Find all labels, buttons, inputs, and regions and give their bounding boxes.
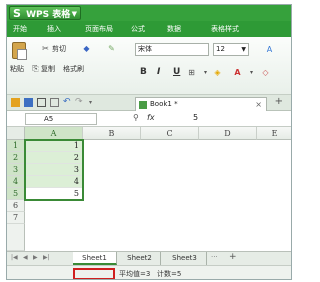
cell-a1[interactable]: 1 <box>25 140 83 152</box>
column-header-e[interactable]: E <box>257 127 291 140</box>
scissors-icon[interactable]: ✂ <box>41 44 50 53</box>
chevron-down-icon[interactable]: ▾ <box>247 68 256 77</box>
bold-button[interactable]: B <box>140 67 147 77</box>
column-header-b[interactable]: B <box>83 127 141 140</box>
sheet-tab-1[interactable]: Sheet1 <box>73 252 117 265</box>
row-header-6[interactable]: 6 <box>7 200 25 212</box>
last-sheet-icon[interactable]: ▶| <box>43 254 50 261</box>
more-sheets-button[interactable]: ··· <box>211 253 218 261</box>
copy-button[interactable]: 复制 <box>41 64 55 74</box>
tab-data[interactable]: 数据 <box>167 21 181 37</box>
title-bar: S WPS 表格 ▼ <box>7 5 291 21</box>
quick-access-bar: ↶ ↷ ▾ Book1 * × + <box>7 95 291 111</box>
row-header-7[interactable]: 7 <box>7 212 25 224</box>
cell-a4[interactable]: 4 <box>25 176 83 188</box>
tab-table-style[interactable]: 表格样式 <box>211 21 239 37</box>
formula-input[interactable]: 5 <box>193 113 198 122</box>
spreadsheet-grid[interactable]: A B C D E 1 2 3 4 5 6 7 1 2 3 4 5 <box>7 127 291 251</box>
chevron-down-icon: ▼ <box>241 46 246 53</box>
row-header-2[interactable]: 2 <box>7 152 25 164</box>
row-header-4[interactable]: 4 <box>7 176 25 188</box>
sheet-tab-2[interactable]: Sheet2 <box>119 252 161 265</box>
font-size-select[interactable]: 12 ▼ <box>213 43 249 56</box>
document-name: Book1 * <box>150 100 178 108</box>
border-icon[interactable]: ⊞ <box>187 68 196 77</box>
tab-home[interactable]: 开始 <box>13 21 27 37</box>
status-bar: 平均值=3 计数=5 <box>7 265 291 279</box>
fx-icon[interactable]: fx <box>147 113 155 122</box>
close-icon[interactable]: × <box>255 98 262 111</box>
ribbon-toolbar: 粘贴 ✂ 剪切 ◆ ⎘ 复制 格式刷 ✎ 宋体 12 ▼ A B I U ⊞ ▾… <box>7 37 291 95</box>
count-value: 计数=5 <box>157 270 182 278</box>
sheet-tab-bar: |◀ ◀ ▶ ▶| Sheet1 Sheet2 Sheet3 ··· + <box>7 251 291 265</box>
tab-insert[interactable]: 插入 <box>47 21 61 37</box>
underline-button[interactable]: U <box>173 67 180 77</box>
formula-bar: A5 ⚲ fx 5 <box>7 111 291 127</box>
select-all-corner[interactable] <box>7 127 25 140</box>
cell-a5[interactable]: 5 <box>25 188 83 200</box>
tab-page-layout[interactable]: 页面布局 <box>85 21 113 37</box>
row-header-1[interactable]: 1 <box>7 140 25 152</box>
italic-button[interactable]: I <box>157 67 160 77</box>
highlight-box <box>73 268 115 279</box>
cell-a3[interactable]: 3 <box>25 164 83 176</box>
name-box-value: A5 <box>44 115 54 123</box>
document-tab[interactable]: Book1 * × <box>135 97 267 111</box>
new-tab-button[interactable]: + <box>275 96 283 107</box>
save-icon[interactable] <box>24 98 33 107</box>
clear-format-icon[interactable]: ◇ <box>261 68 270 77</box>
font-color-icon[interactable]: A <box>233 68 242 77</box>
zoom-icon[interactable]: ⚲ <box>133 113 139 122</box>
app-menu-button[interactable]: S WPS 表格 ▼ <box>9 6 81 20</box>
brush-icon[interactable]: ✎ <box>107 44 116 53</box>
preview-icon[interactable] <box>50 98 59 107</box>
prev-sheet-icon[interactable]: ◀ <box>23 254 28 261</box>
row-header-3[interactable]: 3 <box>7 164 25 176</box>
column-header-d[interactable]: D <box>199 127 257 140</box>
first-sheet-icon[interactable]: |◀ <box>11 254 18 261</box>
tab-formulas[interactable]: 公式 <box>131 21 145 37</box>
app-title: WPS 表格 <box>26 10 71 20</box>
format-painter-button[interactable]: 格式刷 <box>63 64 84 74</box>
column-header-c[interactable]: C <box>141 127 199 140</box>
chevron-down-icon: ▼ <box>71 10 77 18</box>
wps-logo-icon: S <box>13 7 21 20</box>
fill-color-icon[interactable]: ◈ <box>213 68 222 77</box>
font-size-value: 12 <box>216 45 225 53</box>
redo-icon[interactable]: ↷ <box>75 98 84 107</box>
print-icon[interactable] <box>37 98 46 107</box>
copy-icon[interactable]: ⎘ <box>31 64 40 73</box>
eraser-icon[interactable]: ◆ <box>82 44 91 53</box>
cell-a2[interactable]: 2 <box>25 152 83 164</box>
next-sheet-icon[interactable]: ▶ <box>33 254 38 261</box>
row-header-5[interactable]: 5 <box>7 188 25 200</box>
cut-button[interactable]: 剪切 <box>52 44 66 54</box>
sheet-tab-3[interactable]: Sheet3 <box>163 252 207 265</box>
average-value: 平均值=3 <box>119 270 151 278</box>
spreadsheet-icon <box>139 101 147 109</box>
paste-icon[interactable] <box>12 42 27 60</box>
wps-window: S WPS 表格 ▼ 开始 插入 页面布局 公式 数据 表格样式 粘贴 ✂ 剪切… <box>6 4 292 280</box>
undo-icon[interactable]: ↶ <box>63 98 72 107</box>
increase-font-icon[interactable]: A <box>265 45 274 54</box>
name-box[interactable]: A5 <box>25 113 97 125</box>
column-header-a[interactable]: A <box>25 127 83 140</box>
row-header-empty <box>7 224 25 251</box>
folder-icon[interactable] <box>11 98 20 107</box>
add-sheet-button[interactable]: + <box>229 252 237 262</box>
font-name-select[interactable]: 宋体 <box>135 43 209 56</box>
chevron-down-icon[interactable]: ▾ <box>201 68 210 77</box>
menu-bar: 开始 插入 页面布局 公式 数据 表格样式 <box>7 21 291 37</box>
font-name-value: 宋体 <box>138 45 152 53</box>
chevron-down-icon[interactable]: ▾ <box>89 98 98 107</box>
paste-button[interactable]: 粘贴 <box>10 64 24 74</box>
